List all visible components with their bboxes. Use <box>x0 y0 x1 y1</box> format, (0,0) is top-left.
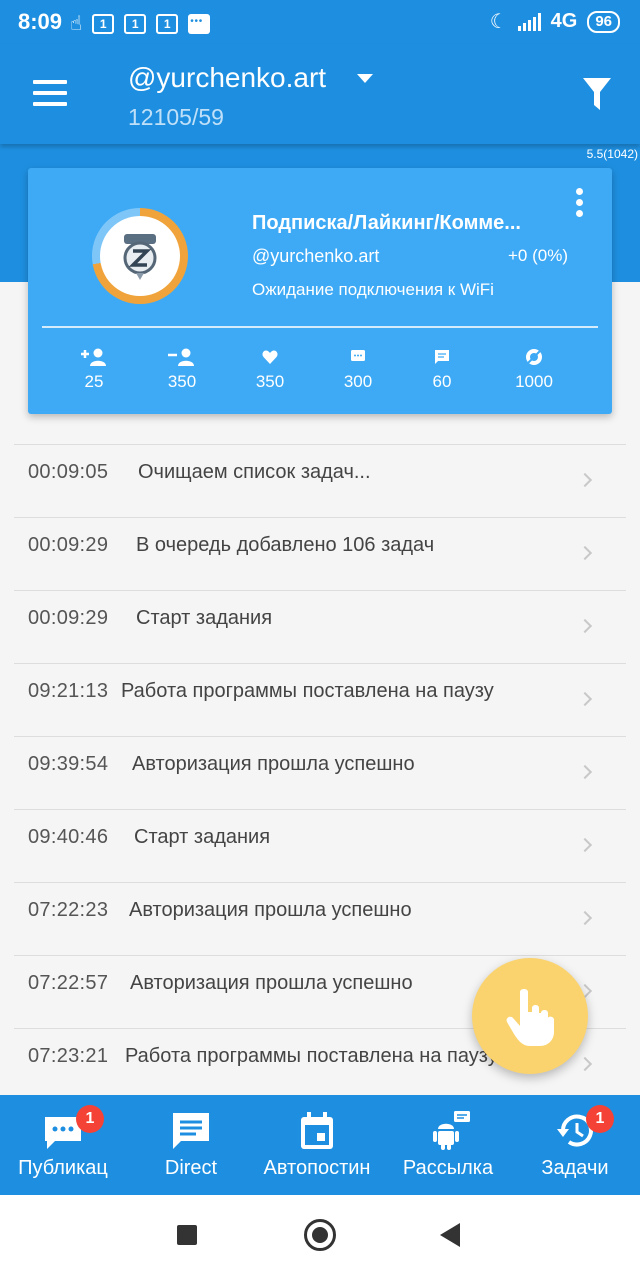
log-time: 00:09:29 <box>28 607 109 629</box>
sim-icon: 1 <box>124 13 147 34</box>
log-time: 09:21:13 <box>28 680 109 702</box>
log-time: 07:23:21 <box>28 1045 109 1067</box>
log-time: 00:09:05 <box>28 461 109 483</box>
log-time: 07:22:23 <box>28 899 109 921</box>
start-task-fab[interactable] <box>472 958 588 1074</box>
stat-follow: 25 <box>54 346 134 392</box>
list-item[interactable]: 09:40:46 Старт задания <box>14 809 626 882</box>
log-message: Работа программы поставлена на паузу <box>125 1045 498 1067</box>
log-time: 07:22:57 <box>28 972 109 994</box>
touch-hand-icon <box>506 989 554 1046</box>
list-item[interactable]: 09:21:13 Работа программы поставлена на … <box>14 663 626 736</box>
android-icon <box>433 1111 470 1150</box>
log-message: Авторизация прошла успешно <box>132 753 415 775</box>
sim-icon: 1 <box>156 13 179 34</box>
person-remove-icon <box>168 348 194 366</box>
stat-messages: 60 <box>402 346 482 392</box>
connection-status: Ожидание подключения к WiFi <box>252 280 494 299</box>
account-card[interactable]: Подписка/Лайкинг/Комме... @yurchenko.art… <box>28 168 612 414</box>
log-message: Работа программы поставлена на паузу <box>121 680 494 702</box>
list-item[interactable]: 00:09:29 В очередь добавлено 106 задач <box>14 517 626 590</box>
menu-icon[interactable] <box>33 80 67 106</box>
list-item[interactable]: 09:39:54 Авторизация прошла успешно <box>14 736 626 809</box>
account-selector[interactable]: @yurchenko.art <box>128 62 326 94</box>
touch-icon: ☝ <box>70 13 83 35</box>
chevron-right-icon <box>577 910 593 926</box>
direct-message-icon <box>173 1113 209 1149</box>
follower-counts: 12105/59 <box>128 104 224 130</box>
signal-icon <box>517 12 541 31</box>
filter-icon[interactable] <box>583 78 611 112</box>
log-message: Очищаем список задач... <box>138 461 371 483</box>
stat-views: 1000 <box>494 346 574 392</box>
status-time: 8:09 <box>18 9 63 34</box>
chevron-down-icon[interactable] <box>357 74 373 83</box>
sms-icon <box>188 13 211 34</box>
nav-tasks[interactable]: 1 Задачи <box>518 1095 632 1195</box>
chevron-right-icon <box>577 764 593 780</box>
app-bar: @yurchenko.art 12105/59 <box>0 44 640 144</box>
stat-comments: 300 <box>318 346 398 392</box>
nav-publications[interactable]: 1 Публикац <box>4 1095 122 1195</box>
log-time: 00:09:29 <box>28 534 109 556</box>
bottom-navigation: 1 Публикац Direct Автопостин Рассылка 1 … <box>0 1095 640 1195</box>
notification-badge: 1 <box>76 1105 104 1133</box>
nav-mailing[interactable]: Рассылка <box>390 1095 506 1195</box>
chevron-right-icon <box>577 618 593 634</box>
person-add-icon <box>81 348 106 366</box>
list-item[interactable]: 07:22:23 Авторизация прошла успешно <box>14 882 626 955</box>
stat-likes: 350 <box>230 346 310 392</box>
list-item[interactable]: 00:09:05 Очищаем список задач... <box>14 444 626 517</box>
log-message: В очередь добавлено 106 задач <box>136 534 435 556</box>
sim-icon: 1 <box>92 13 115 34</box>
divider <box>42 326 598 328</box>
message-icon <box>435 350 449 364</box>
avatar-logo-icon <box>123 234 157 280</box>
follower-delta: +0 (0%) <box>508 246 568 265</box>
nav-autoposting[interactable]: Автопостин <box>252 1095 382 1195</box>
calendar-icon <box>301 1112 333 1149</box>
log-time: 09:39:54 <box>28 753 109 775</box>
log-message: Авторизация прошла успешно <box>129 899 412 921</box>
comment-icon <box>351 350 365 361</box>
card-username: @yurchenko.art <box>252 246 380 266</box>
nav-direct[interactable]: Direct <box>132 1095 250 1195</box>
chevron-right-icon <box>577 1056 593 1072</box>
moon-icon: ☾ <box>489 11 508 33</box>
chevron-right-icon <box>577 837 593 853</box>
battery-icon: 96 <box>587 10 620 33</box>
system-navigation-bar <box>0 1195 640 1280</box>
eye-off-icon <box>526 349 542 365</box>
log-message: Старт задания <box>136 607 273 629</box>
heart-icon <box>262 350 278 364</box>
log-message: Старт задания <box>134 826 271 848</box>
recents-button[interactable] <box>177 1225 197 1245</box>
avatar <box>100 216 180 296</box>
task-title: Подписка/Лайкинг/Комме... <box>252 212 521 234</box>
chevron-right-icon <box>577 545 593 561</box>
chevron-right-icon <box>577 691 593 707</box>
notification-badge: 1 <box>586 1105 614 1133</box>
more-options-icon[interactable] <box>576 188 584 218</box>
log-time: 09:40:46 <box>28 826 109 848</box>
app-version: 5.5(1042) <box>586 147 638 161</box>
stat-unfollow: 350 <box>142 346 222 392</box>
log-message: Авторизация прошла успешно <box>130 972 413 994</box>
home-button[interactable] <box>304 1219 336 1251</box>
list-item[interactable]: 00:09:29 Старт задания <box>14 590 626 663</box>
network-type: 4G <box>550 10 578 32</box>
chevron-right-icon <box>577 472 593 488</box>
back-button[interactable] <box>440 1223 460 1247</box>
status-bar: 8:09 ☝ 1 1 1 ☾ 4G 96 <box>0 0 640 44</box>
